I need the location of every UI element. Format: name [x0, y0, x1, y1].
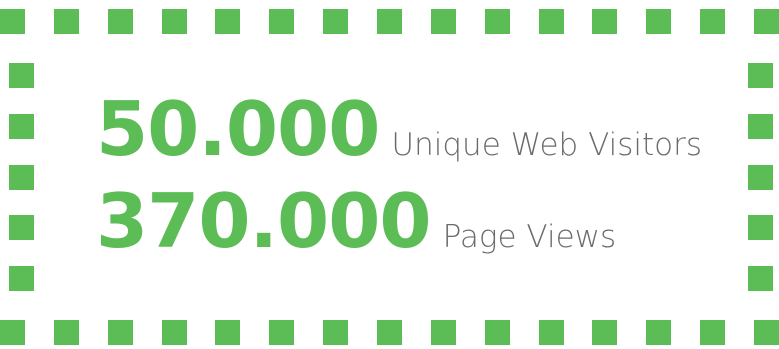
page-views-label: Page Views [442, 219, 617, 255]
border-square [108, 9, 133, 34]
border-square [754, 320, 779, 345]
border-square [748, 215, 773, 240]
border-square [162, 320, 187, 345]
border-square [215, 320, 240, 345]
border-square [0, 9, 25, 34]
border-square [108, 320, 133, 345]
border-square [646, 9, 671, 34]
border-square [431, 320, 456, 345]
border-square [269, 320, 294, 345]
border-square [539, 320, 564, 345]
border-square [54, 9, 79, 34]
border-square [377, 320, 402, 345]
border-square [748, 165, 773, 190]
border-square [748, 114, 773, 139]
border-square [700, 320, 725, 345]
border-square [9, 165, 34, 190]
border-square [485, 9, 510, 34]
visitors-label: Unique Web Visitors [391, 127, 702, 163]
border-square [592, 320, 617, 345]
border-square [0, 320, 25, 345]
border-square [485, 320, 510, 345]
border-square [539, 9, 564, 34]
visitors-value: 50.000 [96, 85, 380, 173]
border-square [323, 320, 348, 345]
border-square [592, 9, 617, 34]
border-square [54, 320, 79, 345]
border-square [215, 9, 240, 34]
stat-visitors: 50.000 Unique Web Visitors [96, 92, 736, 184]
page-views-value: 370.000 [96, 177, 432, 265]
border-square [748, 63, 773, 88]
border-square [646, 320, 671, 345]
border-square [700, 9, 725, 34]
border-square [9, 63, 34, 88]
border-square [431, 9, 456, 34]
border-square [9, 266, 34, 291]
border-square [9, 215, 34, 240]
border-square [269, 9, 294, 34]
stat-page-views: 370.000 Page Views [96, 184, 736, 276]
border-square [9, 114, 34, 139]
border-square [754, 9, 779, 34]
border-square [748, 266, 773, 291]
border-square [377, 9, 402, 34]
stats-block: 50.000 Unique Web Visitors 370.000 Page … [96, 92, 736, 276]
border-square [323, 9, 348, 34]
border-square [162, 9, 187, 34]
